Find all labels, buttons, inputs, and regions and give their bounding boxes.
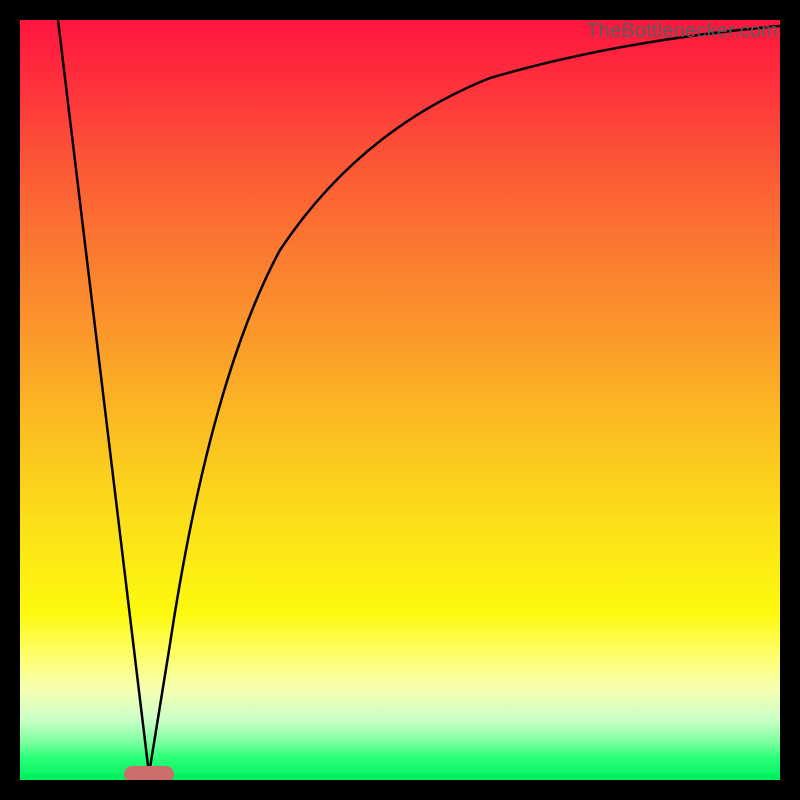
- chart-curves: [20, 20, 780, 780]
- chart-container: TheBottlenecker.com: [0, 0, 800, 800]
- bottleneck-marker: [124, 766, 174, 780]
- plot-area: [20, 20, 780, 780]
- watermark-text: TheBottlenecker.com: [586, 20, 778, 43]
- left-branch-line: [58, 20, 149, 774]
- right-branch-curve: [149, 26, 780, 774]
